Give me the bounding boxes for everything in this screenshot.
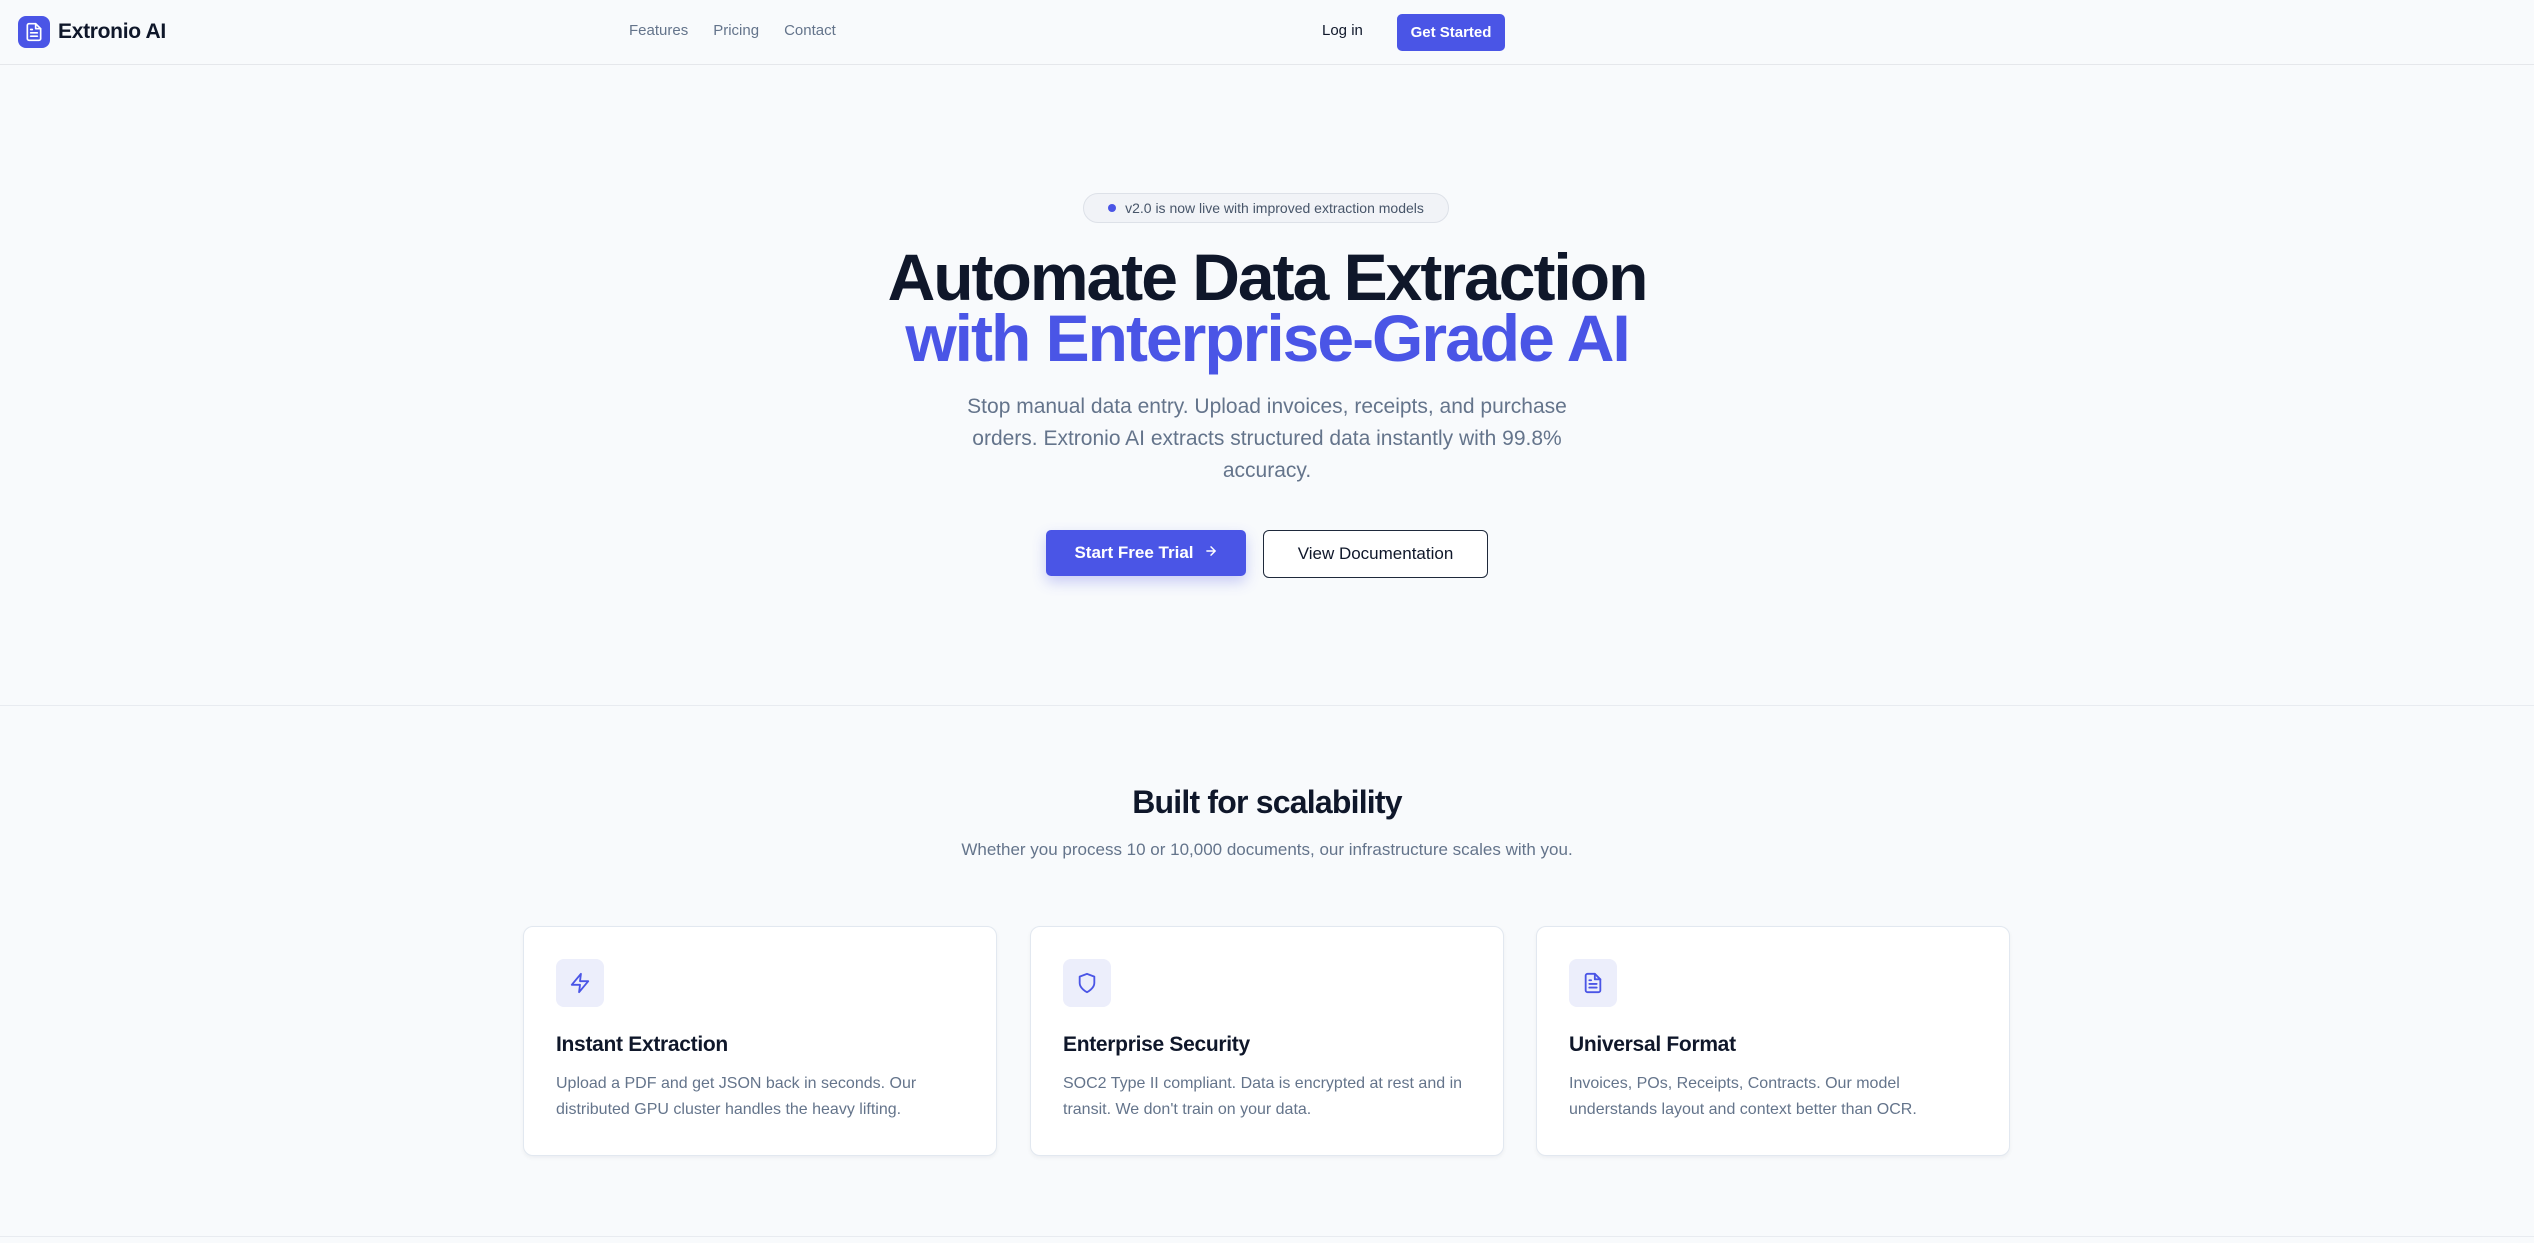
release-badge: v2.0 is now live with improved extractio…: [1083, 193, 1449, 223]
top-nav: Extronio AI Features Pricing Contact Log…: [0, 0, 2534, 65]
badge-text: v2.0 is now live with improved extractio…: [1125, 200, 1424, 216]
feature-card-enterprise-security: Enterprise Security SOC2 Type II complia…: [1030, 926, 1504, 1156]
feature-card-universal-format: Universal Format Invoices, POs, Receipts…: [1536, 926, 2010, 1156]
feature-card-desc: Invoices, POs, Receipts, Contracts. Our …: [1569, 1075, 1917, 1118]
feature-card-desc: Upload a PDF and get JSON back in second…: [556, 1075, 917, 1118]
brand-name: Extronio AI: [58, 20, 166, 43]
shield-icon: [1063, 959, 1111, 1007]
document-icon: [1569, 959, 1617, 1007]
feature-card-desc: SOC2 Type II compliant. Data is encrypte…: [1063, 1075, 1463, 1118]
arrow-right-icon: [1204, 544, 1218, 563]
view-documentation-button[interactable]: View Documentation: [1263, 530, 1488, 578]
nav-link-contact[interactable]: Contact: [784, 22, 836, 39]
start-free-trial-label: Start Free Trial: [1074, 543, 1194, 562]
features-subtitle: Whether you process 10 or 10,000 documen…: [961, 840, 1573, 859]
hero-subtitle: Stop manual data entry. Upload invoices,…: [967, 395, 1567, 482]
nav-link-pricing[interactable]: Pricing: [713, 22, 759, 39]
features-section: Built for scalability Whether you proces…: [0, 706, 2534, 1237]
document-icon: [18, 16, 50, 48]
start-free-trial-button[interactable]: Start Free Trial: [1046, 530, 1246, 576]
login-link[interactable]: Log in: [1322, 22, 1363, 39]
badge-dot-icon: [1108, 204, 1117, 212]
brand[interactable]: Extronio AI: [18, 15, 166, 49]
feature-card-title: Universal Format: [1569, 1033, 1736, 1056]
feature-card-title: Instant Extraction: [556, 1033, 728, 1056]
feature-card-instant-extraction: Instant Extraction Upload a PDF and get …: [523, 926, 997, 1156]
lightning-icon: [556, 959, 604, 1007]
hero-title-line2: with Enterprise-Grade AI: [905, 301, 1630, 375]
feature-card-title: Enterprise Security: [1063, 1033, 1250, 1056]
nav-link-features[interactable]: Features: [629, 22, 688, 39]
features-title: Built for scalability: [1132, 784, 1402, 820]
get-started-button[interactable]: Get Started: [1397, 14, 1505, 51]
hero-title-line1: Automate Data Extraction: [887, 240, 1649, 314]
nav-links: Features Pricing Contact: [629, 22, 836, 39]
hero-section: v2.0 is now live with improved extractio…: [0, 65, 2534, 706]
